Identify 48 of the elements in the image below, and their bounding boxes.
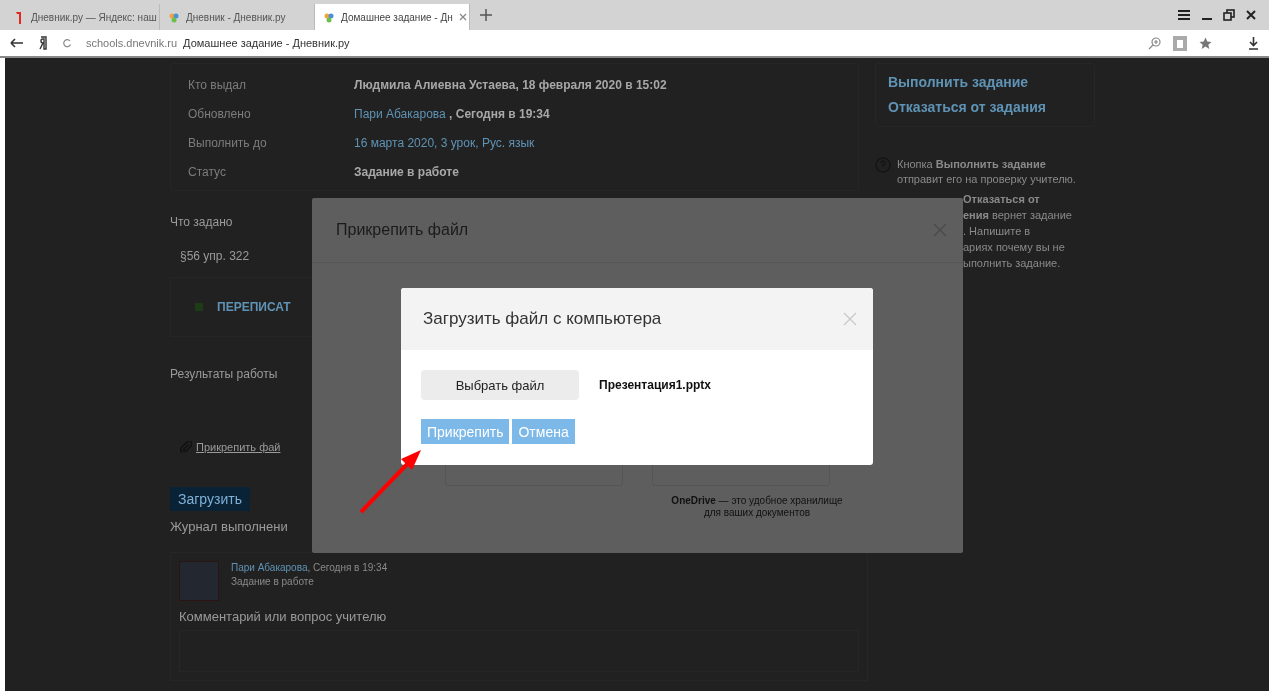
help-text-line: ыполнить задание. (963, 256, 1062, 271)
field-label: Выполнить до (188, 135, 268, 150)
task-action-link[interactable]: ПЕРЕПИСАТ (217, 300, 291, 314)
field-value: , Сегодня в 19:34 (448, 106, 550, 121)
menu-icon[interactable] (1177, 9, 1191, 21)
upload-button[interactable]: Загрузить (170, 487, 250, 511)
restore-icon[interactable] (1223, 9, 1235, 21)
reader-icon[interactable] (1173, 35, 1187, 51)
log-status: Задание в работе (231, 575, 315, 589)
attach-file-link[interactable]: Прикрепить фай (180, 441, 860, 453)
storage-note: OneDrive — это удобное хранилище для ваших документов (670, 495, 844, 519)
user-link[interactable]: 16 марта 2020, 3 урок, Рус. язык (354, 135, 535, 150)
action-link[interactable]: Отказаться от задания (888, 95, 1082, 120)
dialog-title: Прикрепить файл (336, 221, 469, 239)
star-icon[interactable] (1199, 36, 1212, 50)
user-link[interactable]: Пари Абакарова (354, 106, 446, 121)
field-label: Кто выдал (188, 77, 248, 92)
section-heading: Что задано (170, 215, 234, 229)
square-icon (195, 303, 203, 311)
url-domain: schools.dnevnik.ru (86, 37, 178, 49)
field-value: Людмила Алиевна Устаева, 18 февраля 2020 в 15:02 (354, 77, 667, 92)
choose-file-button[interactable]: Выбрать файл (421, 370, 579, 400)
field-label: Статус (188, 164, 227, 179)
help-text-line: ариях почему вы не (963, 240, 1066, 255)
avatar-icon (179, 561, 219, 601)
reload-icon[interactable] (62, 38, 72, 48)
section-heading: Журнал выполнени (170, 519, 289, 534)
field-label: Обновлено (188, 106, 252, 121)
page-title: Домашнее задание - Дневник.ру (183, 37, 350, 49)
comment-label: Комментарий или вопрос учителю (179, 609, 388, 624)
task-text: §56 упр. 322 (180, 249, 251, 263)
field-value: Задание в работе (354, 164, 459, 179)
help-text-line: . Напишите в (963, 224, 1032, 239)
download-icon[interactable] (1248, 36, 1259, 50)
new-tab-icon[interactable] (480, 9, 492, 21)
close-icon[interactable] (1245, 9, 1257, 21)
action-link[interactable]: Выполнить задание (888, 70, 1082, 95)
help-text-line: Отказаться от (963, 192, 1041, 207)
yandex-icon[interactable] (38, 36, 48, 50)
dialog-title: Загрузить файл с компьютера (423, 309, 662, 329)
browser-tab[interactable]: Домашнее задание - Дн (315, 4, 470, 30)
help-text-line: ения вернет задание (963, 208, 1073, 223)
zoom-icon[interactable] (1148, 36, 1161, 50)
section-heading: Результаты работы (170, 367, 279, 381)
log-time: , Сегодня в 19:34 (307, 562, 388, 573)
file-name: Презентация1.pptx (599, 378, 711, 392)
help-text: Кнопка Выполнить задание отправит его на проверку учителю. (897, 157, 1077, 187)
back-icon[interactable] (10, 38, 24, 48)
